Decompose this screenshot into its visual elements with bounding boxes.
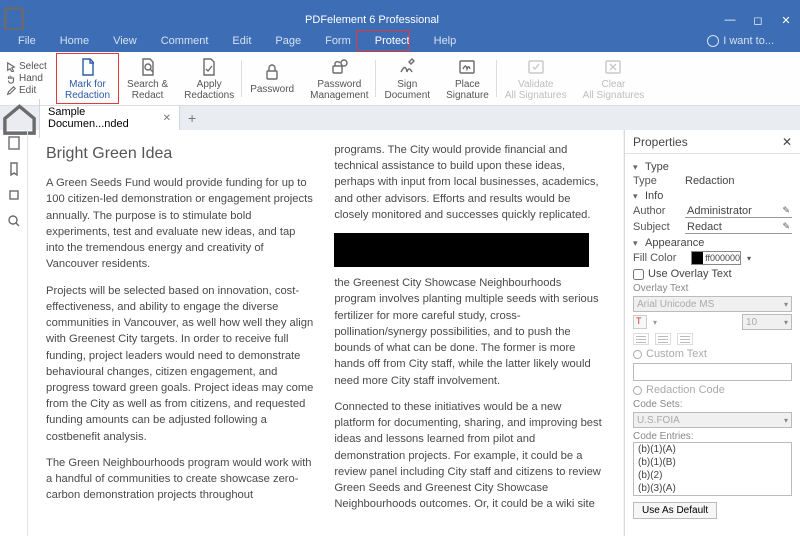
document-tab-label: Sample Documen...nded (48, 106, 157, 130)
menu-protect[interactable]: Protect (363, 30, 422, 52)
close-tab-icon[interactable]: ✕ (163, 113, 171, 124)
mark-for-redaction-button[interactable]: Mark for Redaction (56, 53, 119, 104)
doc-paragraph: Connected to these initiatives would be … (334, 399, 604, 513)
sign-document-button[interactable]: Sign Document (376, 52, 438, 105)
overlay-font-dropdown[interactable]: Arial Unicode MS (633, 296, 792, 312)
overlay-size-dropdown[interactable]: 10 (742, 314, 792, 330)
close-properties-icon[interactable]: ✕ (782, 135, 792, 149)
author-label: Author (633, 205, 679, 217)
type-value: Redaction (685, 175, 735, 187)
info-section-header[interactable]: Info (633, 190, 792, 202)
list-item[interactable]: (b)(3)(A) (634, 482, 791, 495)
document-tab[interactable]: Sample Documen...nded ✕ (40, 106, 180, 130)
attachments-icon[interactable] (7, 188, 21, 202)
tool-hand[interactable]: Hand (6, 73, 56, 84)
code-sets-label: Code Sets: (633, 399, 792, 410)
close-button[interactable]: ✕ (772, 10, 800, 30)
menu-file[interactable]: File (6, 30, 48, 52)
code-sets-dropdown[interactable]: U.S.FOIA (633, 412, 792, 428)
custom-text-input[interactable] (633, 363, 792, 381)
menu-view[interactable]: View (101, 30, 149, 52)
dropdown-icon[interactable]: ▾ (747, 254, 751, 263)
code-entries-list[interactable]: (b)(1)(A) (b)(1)(B) (b)(2) (b)(3)(A) (633, 442, 792, 496)
maximize-button[interactable]: ◻ (744, 10, 772, 30)
list-item[interactable]: (b)(2) (634, 469, 791, 482)
menu-form[interactable]: Form (313, 30, 363, 52)
overlay-text-label: Overlay Text (633, 283, 792, 294)
type-section-header[interactable]: Type (633, 161, 792, 173)
tool-edit[interactable]: Edit (6, 85, 56, 96)
use-as-default-button[interactable]: Use As Default (633, 502, 717, 519)
clear-all-signatures-button[interactable]: Clear All Signatures (575, 52, 653, 105)
overlay-color-button[interactable] (633, 315, 647, 329)
password-button[interactable]: Password (242, 52, 302, 105)
tool-select[interactable]: Select (6, 61, 56, 72)
properties-panel-title: Properties (633, 135, 688, 149)
search-redact-button[interactable]: Search & Redact (119, 52, 176, 105)
menu-home[interactable]: Home (48, 30, 101, 52)
doc-heading: Bright Green Idea (46, 142, 316, 165)
appearance-section-header[interactable]: Appearance (633, 237, 792, 249)
fill-color-label: Fill Color (633, 252, 685, 264)
menu-page[interactable]: Page (263, 30, 313, 52)
align-center-button[interactable] (655, 333, 671, 345)
redaction-code-radio[interactable]: Redaction Code (633, 384, 792, 396)
document-scrollbar[interactable] (623, 130, 624, 536)
doc-paragraph: The Green Neighbourhoods program would w… (46, 455, 316, 504)
align-left-button[interactable] (633, 333, 649, 345)
app-title: PDFelement 6 Professional (28, 14, 716, 26)
doc-paragraph: programs. The City would provide financi… (334, 142, 604, 223)
code-entries-label: Code Entries: (633, 431, 792, 442)
doc-paragraph: Projects will be selected based on innov… (46, 283, 316, 445)
apply-redactions-button[interactable]: Apply Redactions (176, 52, 242, 105)
fill-color-swatch[interactable]: ff000000 (691, 251, 741, 265)
use-overlay-text-label: Use Overlay Text (648, 268, 732, 280)
author-field[interactable]: Administrator✎ (685, 204, 792, 218)
list-item[interactable]: (b)(1)(B) (634, 456, 791, 469)
redaction-mark[interactable] (334, 233, 589, 267)
use-overlay-text-checkbox[interactable] (633, 269, 644, 280)
menu-comment[interactable]: Comment (149, 30, 221, 52)
doc-paragraph: A Green Seeds Fund would provide funding… (46, 175, 316, 272)
validate-all-signatures-button[interactable]: Validate All Signatures (497, 52, 575, 105)
search-panel-icon[interactable] (7, 214, 21, 228)
doc-paragraph: the Greenest City Showcase Neighbourhood… (334, 275, 604, 389)
custom-text-radio[interactable]: Custom Text (633, 348, 792, 360)
subject-label: Subject (633, 221, 679, 233)
minimize-button[interactable]: — (716, 10, 744, 30)
list-item[interactable]: (b)(1)(A) (634, 443, 791, 456)
place-signature-button[interactable]: Place Signature (438, 52, 497, 105)
password-management-button[interactable]: Password Management (302, 52, 376, 105)
align-right-button[interactable] (677, 333, 693, 345)
new-tab-button[interactable]: + (180, 110, 204, 126)
menu-help[interactable]: Help (422, 30, 469, 52)
document-page: Bright Green Idea A Green Seeds Fund wou… (28, 130, 623, 536)
i-want-to[interactable]: I want to... (707, 35, 774, 47)
type-label: Type (633, 175, 679, 187)
thumbnails-icon[interactable] (7, 136, 21, 150)
menu-edit[interactable]: Edit (220, 30, 263, 52)
bookmarks-icon[interactable] (7, 162, 21, 176)
subject-field[interactable]: Redact✎ (685, 220, 792, 234)
